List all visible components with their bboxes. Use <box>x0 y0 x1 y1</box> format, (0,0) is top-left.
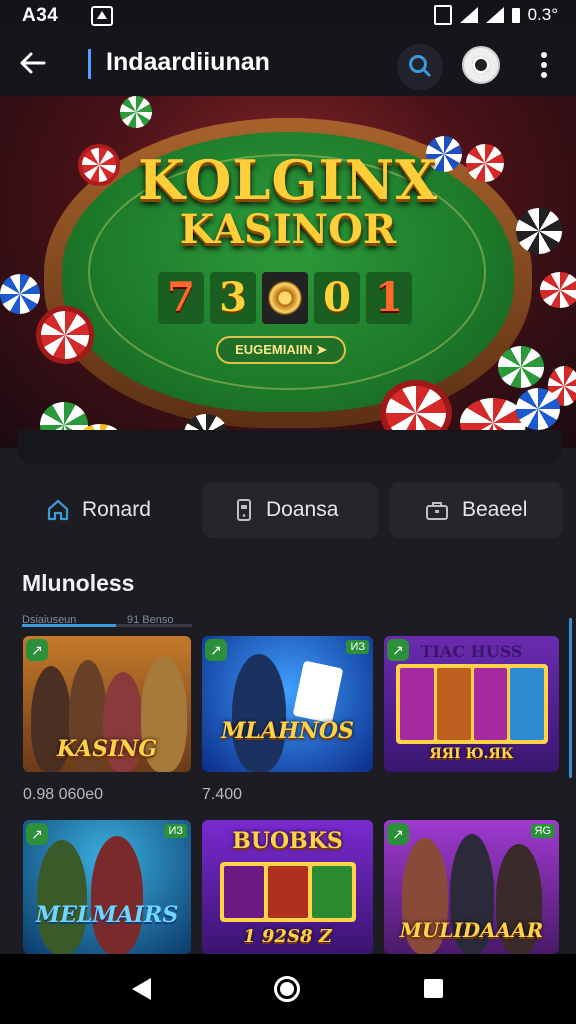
slot-digit: 7 <box>158 272 204 324</box>
hero-banner-base <box>18 430 562 464</box>
nav-recents-icon[interactable] <box>424 979 443 998</box>
game-subtitle: 1 92S8 Z <box>243 926 332 947</box>
poker-chip-icon <box>516 388 560 430</box>
game-title: MLAHNOS <box>221 718 354 744</box>
profile-avatar[interactable] <box>462 46 500 84</box>
quick-action-home[interactable]: Ronard <box>22 482 192 538</box>
game-card[interactable]: ↗ ИЗ MELMAIRS <box>23 820 191 954</box>
game-title: BUOBKS <box>232 828 343 854</box>
wifi-icon <box>459 7 478 23</box>
slot-digit: 1 <box>366 272 412 324</box>
game-subtitle: ЯЯI Ю.ЯК <box>429 746 514 762</box>
game-title: MELMAIRS <box>35 902 179 928</box>
hero-banner[interactable]: KOLGINX KASINOR 7 3 0 1 EUGEMIAIIN ➤ <box>0 96 576 448</box>
section-progress: Dsiaiuseun 91 Benso <box>22 614 192 628</box>
game-card[interactable]: ↗ KASING <box>23 636 191 772</box>
quick-action-label: Beaeel <box>462 498 528 521</box>
battery-icon <box>511 7 520 23</box>
game-tag-icon: ↗ <box>387 639 409 661</box>
slot-digit: 3 <box>210 272 256 324</box>
section-title: Mlunoless <box>22 570 135 596</box>
character-image <box>37 840 87 954</box>
character-image <box>232 654 286 772</box>
playing-card-image <box>292 660 344 724</box>
phone-icon <box>237 499 251 521</box>
game-caption: 0.98 060e0 <box>23 786 104 803</box>
game-card[interactable]: ↗ ИЗ MLAHNOS <box>202 636 373 772</box>
search-icon <box>409 55 431 77</box>
slot-reels <box>396 664 548 744</box>
quick-action-label: Doansa <box>266 498 339 521</box>
game-title: MULIDAAAR <box>399 918 544 942</box>
game-caption: 7.400 <box>202 786 243 803</box>
status-icons: 0.3° <box>433 5 558 25</box>
status-bar: A34 0.3° <box>0 0 576 30</box>
game-card[interactable]: ↗ ЯG MULIDAAAR <box>384 820 559 954</box>
progress-fill <box>22 624 116 627</box>
notification-icon <box>91 6 113 26</box>
signal-icon <box>485 7 504 23</box>
game-title: TIAC HUSS <box>420 642 523 661</box>
more-options-icon[interactable] <box>534 50 554 84</box>
game-tag-icon: ↗ <box>387 823 409 845</box>
quick-action-briefcase[interactable]: Beaeel <box>389 482 563 538</box>
title-accent-bar <box>88 49 91 79</box>
poker-chip-icon <box>540 272 576 308</box>
search-button[interactable] <box>397 44 443 90</box>
scrollbar[interactable] <box>569 618 572 778</box>
poker-chip-icon <box>0 274 40 314</box>
page-title: Indaardiiunan <box>106 48 270 76</box>
slot-reels <box>220 862 356 922</box>
app-bar: Indaardiiunan <box>0 30 576 96</box>
game-tag-icon: ↗ <box>205 639 227 661</box>
game-card[interactable]: BUOBKS 1 92S8 Z <box>202 820 373 954</box>
back-arrow-icon[interactable] <box>18 48 48 78</box>
poker-chip-icon <box>498 346 544 388</box>
home-icon <box>47 499 69 521</box>
status-time: A34 <box>22 5 59 26</box>
roulette-wheel-icon <box>262 272 308 324</box>
game-tag-icon: ↗ <box>26 823 48 845</box>
nav-back-icon[interactable] <box>132 978 151 1000</box>
poker-chip-icon <box>36 306 94 364</box>
slot-digit: 0 <box>314 272 360 324</box>
poker-chip-icon <box>120 96 152 128</box>
game-tag-icon: ↗ <box>26 639 48 661</box>
nav-home-icon[interactable] <box>274 976 300 1002</box>
status-value: 0.3° <box>527 5 558 24</box>
quick-action-phone[interactable]: Doansa <box>202 482 378 538</box>
hero-logo-line1: KOLGINX <box>137 148 439 212</box>
quick-action-label: Ronard <box>82 498 151 521</box>
game-card[interactable]: TIAC HUSS ↗ ЯЯI Ю.ЯК <box>384 636 559 772</box>
briefcase-icon <box>426 502 448 520</box>
character-image <box>91 836 143 954</box>
sim-icon <box>433 5 452 25</box>
game-badge: ИЗ <box>164 824 187 838</box>
slot-digits: 7 3 0 1 <box>158 272 412 324</box>
hero-cta-button[interactable]: EUGEMIAIIN ➤ <box>216 336 346 364</box>
hero-logo-line2: KASINOR <box>179 206 397 253</box>
game-title: KASING <box>56 736 158 762</box>
game-badge: ЯG <box>530 824 555 838</box>
game-badge: ИЗ <box>346 640 369 654</box>
